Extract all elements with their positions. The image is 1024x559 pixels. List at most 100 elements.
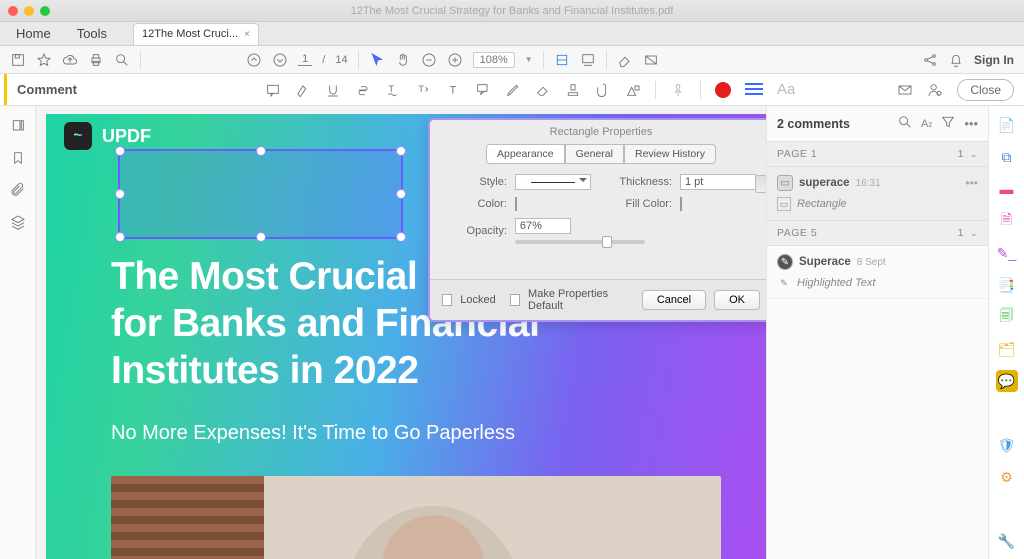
tab-appearance[interactable]: Appearance <box>486 144 565 164</box>
add-file-icon[interactable]: 📄 <box>996 114 1018 136</box>
export-icon[interactable]: 🗎 <box>996 210 1018 232</box>
fillcolor-swatch[interactable] <box>680 197 682 211</box>
tab-tools[interactable]: Tools <box>69 24 115 43</box>
save-icon[interactable] <box>10 52 26 68</box>
organize-icon[interactable]: ⧉ <box>996 146 1018 168</box>
opacity-slider[interactable] <box>515 240 645 244</box>
comments-search-icon[interactable] <box>897 114 913 133</box>
tab-home[interactable]: Home <box>8 24 59 43</box>
fit-width-icon[interactable] <box>554 52 570 68</box>
rectangle-properties-dialog[interactable]: Rectangle Properties Appearance General … <box>428 118 766 322</box>
tab-review-history[interactable]: Review History <box>624 144 716 164</box>
text-underline-icon[interactable] <box>325 82 341 98</box>
bell-icon[interactable] <box>948 52 964 68</box>
attach-icon[interactable] <box>595 82 611 98</box>
slider-thumb[interactable] <box>602 236 612 248</box>
note-icon[interactable] <box>265 82 281 98</box>
page-up-icon[interactable] <box>246 52 262 68</box>
color-red-icon[interactable] <box>715 82 731 98</box>
eraser-icon[interactable] <box>535 82 551 98</box>
comments-more-icon[interactable]: ••• <box>964 116 978 131</box>
resize-handle[interactable] <box>396 232 406 242</box>
page-current[interactable]: 1 <box>298 53 312 66</box>
rectangle-annotation[interactable] <box>118 149 403 239</box>
line-style-icon[interactable] <box>745 83 763 97</box>
resize-handle[interactable] <box>115 232 125 242</box>
page-label: PAGE 1 <box>777 148 817 160</box>
protect-icon[interactable]: 🛡 <box>996 434 1018 456</box>
mail-icon[interactable] <box>897 82 913 98</box>
shapes-icon[interactable] <box>625 82 641 98</box>
resize-handle[interactable] <box>115 146 125 156</box>
resize-handle[interactable] <box>256 232 266 242</box>
comments-page5-header[interactable]: PAGE 5 1 ⌄ <box>767 220 988 246</box>
locked-label: Locked <box>460 294 495 306</box>
settings-gear-icon[interactable]: ⚙ <box>996 466 1018 488</box>
locked-checkbox[interactable] <box>442 294 452 306</box>
comments-filter-icon[interactable] <box>940 114 956 133</box>
search-icon[interactable] <box>114 52 130 68</box>
resize-handle[interactable] <box>396 189 406 199</box>
star-icon[interactable] <box>36 52 52 68</box>
cloud-upload-icon[interactable] <box>62 52 78 68</box>
print-icon[interactable] <box>88 52 104 68</box>
pencil-icon[interactable] <box>505 82 521 98</box>
attachment-icon[interactable] <box>10 182 26 198</box>
make-default-checkbox[interactable] <box>510 294 520 306</box>
pin-icon[interactable] <box>670 82 686 98</box>
zoom-dropdown-icon[interactable]: ▼ <box>525 55 533 64</box>
comments-page1-header[interactable]: PAGE 1 1 ⌄ <box>767 141 988 167</box>
thickness-stepper[interactable]: 1 pt <box>680 174 756 190</box>
highlight-icon[interactable] <box>295 82 311 98</box>
text-box-icon[interactable]: T <box>445 82 461 98</box>
color-swatch[interactable] <box>515 197 517 211</box>
page-layout-icon[interactable] <box>580 52 596 68</box>
style-dropdown[interactable] <box>515 174 591 190</box>
redact-icon[interactable] <box>643 52 659 68</box>
zoom-out-icon[interactable] <box>421 52 437 68</box>
callout-icon[interactable] <box>475 82 491 98</box>
text-strikethrough-icon[interactable] <box>355 82 371 98</box>
ok-button[interactable]: OK <box>714 290 760 310</box>
text-caret-icon[interactable]: T <box>415 82 431 98</box>
close-button[interactable]: Close <box>957 79 1014 101</box>
tab-general[interactable]: General <box>565 144 624 164</box>
hand-icon[interactable] <box>395 52 411 68</box>
erase-icon[interactable] <box>617 52 633 68</box>
document-canvas[interactable]: UPDF The Most Crucial for Banks and Fina… <box>36 106 766 559</box>
comment-item[interactable]: ✎ Superace 8 Sept ✎ Highlighted Text <box>767 246 988 299</box>
text-squiggly-icon[interactable]: T <box>385 82 401 98</box>
comment-active-icon[interactable]: 💬 <box>996 370 1018 392</box>
comment-item[interactable]: ▭ superace 16:31 ••• ▭ Rectangle <box>767 167 988 220</box>
tab-close-icon[interactable]: × <box>244 29 250 40</box>
comment-more-icon[interactable]: ••• <box>965 176 978 190</box>
cancel-button[interactable]: Cancel <box>642 290 706 310</box>
sign-in-button[interactable]: Sign In <box>974 53 1014 67</box>
compress-icon[interactable]: ▬ <box>996 178 1018 200</box>
convert-icon[interactable]: 🗐 <box>996 306 1018 328</box>
zoom-level[interactable]: 108% <box>473 52 515 68</box>
share-icon[interactable] <box>922 52 938 68</box>
resize-handle[interactable] <box>256 146 266 156</box>
tools-icon[interactable]: 🔧 <box>996 530 1018 552</box>
bookmark-icon[interactable] <box>10 150 26 166</box>
opacity-field[interactable]: 67% <box>515 218 571 234</box>
separator <box>700 81 701 99</box>
page-down-icon[interactable] <box>272 52 288 68</box>
font-placeholder[interactable]: Aa <box>777 81 795 98</box>
tab-document[interactable]: 12The Most Cruci... × <box>133 23 259 45</box>
select-arrow-icon[interactable] <box>369 52 385 68</box>
stamp-icon[interactable] <box>565 82 581 98</box>
window-title: 12The Most Crucial Strategy for Banks an… <box>0 5 1024 17</box>
fill-icon[interactable]: 📑 <box>996 274 1018 296</box>
resize-handle[interactable] <box>115 189 125 199</box>
layers-icon[interactable] <box>10 214 26 230</box>
make-default-label: Make Properties Default <box>528 288 626 312</box>
user-settings-icon[interactable] <box>927 82 943 98</box>
batch-icon[interactable]: 🗂 <box>996 338 1018 360</box>
zoom-in-icon[interactable] <box>447 52 463 68</box>
thumbnails-icon[interactable] <box>10 118 26 134</box>
resize-handle[interactable] <box>396 146 406 156</box>
sign-icon[interactable]: ✎_ <box>996 242 1018 264</box>
comments-sort-icon[interactable]: Az <box>921 118 932 130</box>
